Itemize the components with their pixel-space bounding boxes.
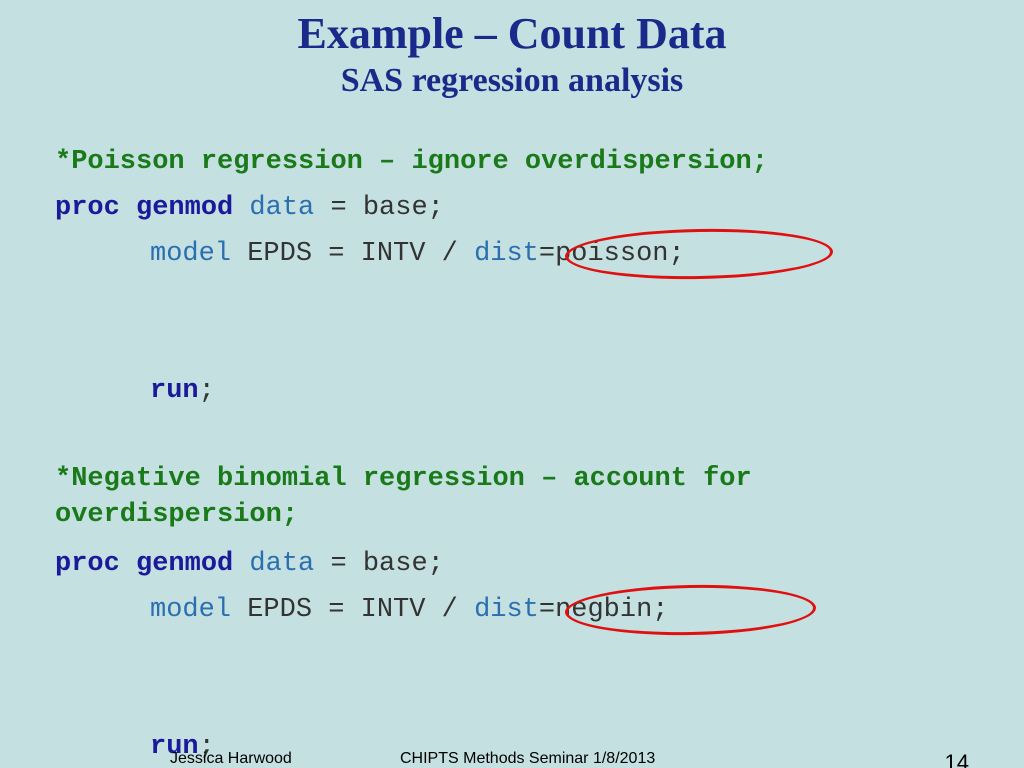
proc-line: proc genmod data = base; bbox=[55, 542, 969, 588]
slide-subtitle: SAS regression analysis bbox=[0, 62, 1024, 99]
code-text: EPDS = INTV / bbox=[231, 239, 474, 269]
comment-line: *Negative binomial regression – account … bbox=[55, 461, 969, 534]
blank-line bbox=[55, 415, 969, 461]
proc-keyword: proc genmod bbox=[55, 549, 233, 579]
code-text: =negbin; bbox=[539, 595, 669, 625]
run-line: run; bbox=[55, 369, 969, 415]
run-keyword: run bbox=[150, 376, 199, 406]
comment-line: *Poisson regression – ignore overdispers… bbox=[55, 140, 969, 186]
proc-keyword: proc genmod bbox=[55, 193, 233, 223]
model-line: model EPDS = INTV / dist=poisson; bbox=[55, 232, 969, 370]
dist-keyword: dist bbox=[474, 595, 539, 625]
model-keyword: model bbox=[150, 595, 231, 625]
code-listing: *Poisson regression – ignore overdispers… bbox=[0, 100, 1024, 768]
sas-comment: *Poisson regression – ignore overdispers… bbox=[55, 147, 768, 177]
page-number: 14 bbox=[945, 750, 969, 768]
code-text: = base; bbox=[314, 193, 444, 223]
footer-event: CHIPTS Methods Seminar 1/8/2013 bbox=[400, 750, 655, 768]
title-block: Example – Count Data SAS regression anal… bbox=[0, 0, 1024, 100]
data-option: data bbox=[233, 193, 314, 223]
data-option: data bbox=[233, 549, 314, 579]
slide-title: Example – Count Data bbox=[0, 10, 1024, 58]
proc-line: proc genmod data = base; bbox=[55, 186, 969, 232]
slide: Example – Count Data SAS regression anal… bbox=[0, 0, 1024, 768]
dist-keyword: dist bbox=[474, 239, 539, 269]
code-text: =poisson; bbox=[539, 239, 685, 269]
code-text: ; bbox=[199, 376, 215, 406]
code-text: EPDS = INTV / bbox=[231, 595, 474, 625]
footer-author: Jessica Harwood bbox=[170, 750, 292, 768]
model-line: model EPDS = INTV / dist=negbin; bbox=[55, 588, 969, 726]
model-keyword: model bbox=[150, 239, 231, 269]
code-text: = base; bbox=[314, 549, 444, 579]
sas-comment: *Negative binomial regression – account … bbox=[55, 464, 752, 530]
